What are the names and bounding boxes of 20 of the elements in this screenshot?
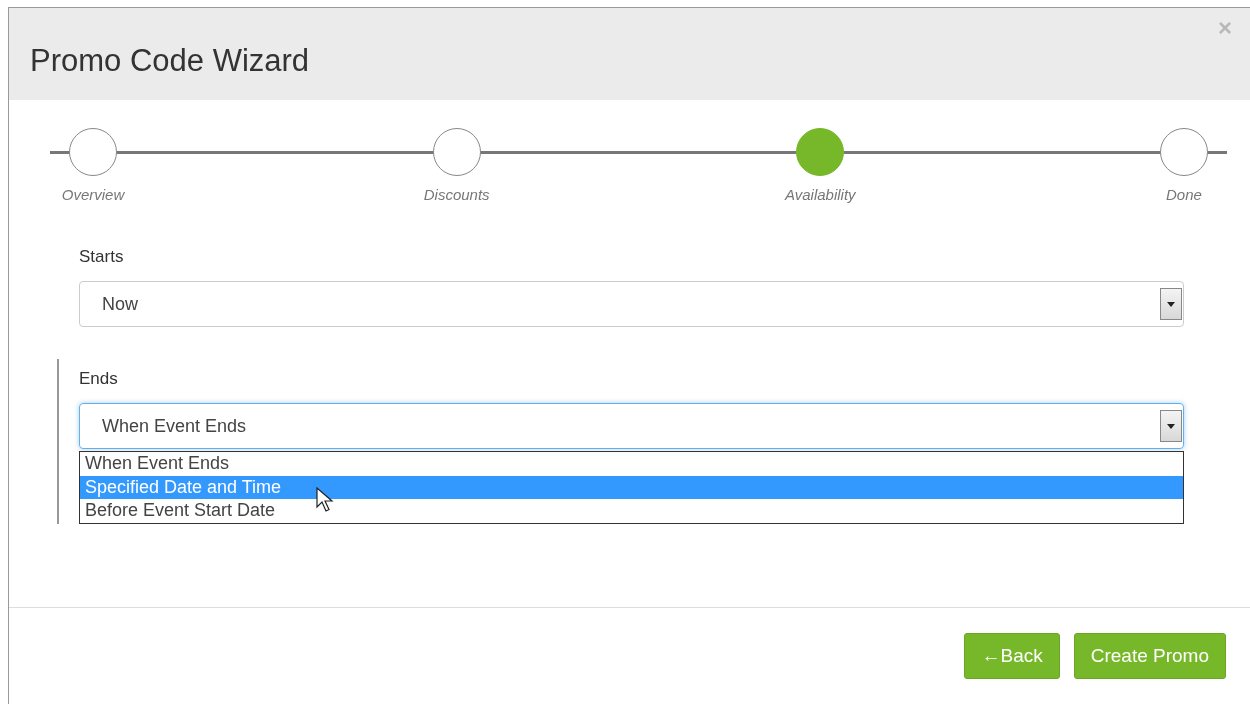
step-circle[interactable] bbox=[796, 128, 845, 176]
field-label: Starts bbox=[79, 247, 124, 267]
dropdown-select[interactable]: Now bbox=[79, 281, 1184, 327]
dropdown-button[interactable] bbox=[1160, 288, 1182, 320]
step-circle[interactable] bbox=[69, 128, 117, 176]
caret-icon bbox=[1167, 423, 1175, 429]
dropdown-button[interactable] bbox=[1160, 410, 1182, 442]
step-circle[interactable] bbox=[432, 128, 481, 176]
dropdown-option[interactable]: Before Event Start Date bbox=[80, 499, 1183, 523]
dropdown-select[interactable]: When Event Ends bbox=[79, 403, 1184, 449]
field-label: Ends bbox=[79, 369, 118, 389]
step-label: Discounts bbox=[423, 186, 490, 203]
mouse-cursor-icon bbox=[316, 487, 334, 513]
caret-icon bbox=[1167, 301, 1175, 307]
dropdown-option[interactable]: When Event Ends bbox=[80, 452, 1183, 476]
dialog-title: Promo Code Wizard bbox=[30, 43, 310, 80]
step-label: Done bbox=[1166, 186, 1202, 203]
step-circle[interactable] bbox=[1159, 128, 1208, 176]
step-label: Overview bbox=[61, 186, 125, 203]
step-label: Availability bbox=[785, 186, 856, 203]
